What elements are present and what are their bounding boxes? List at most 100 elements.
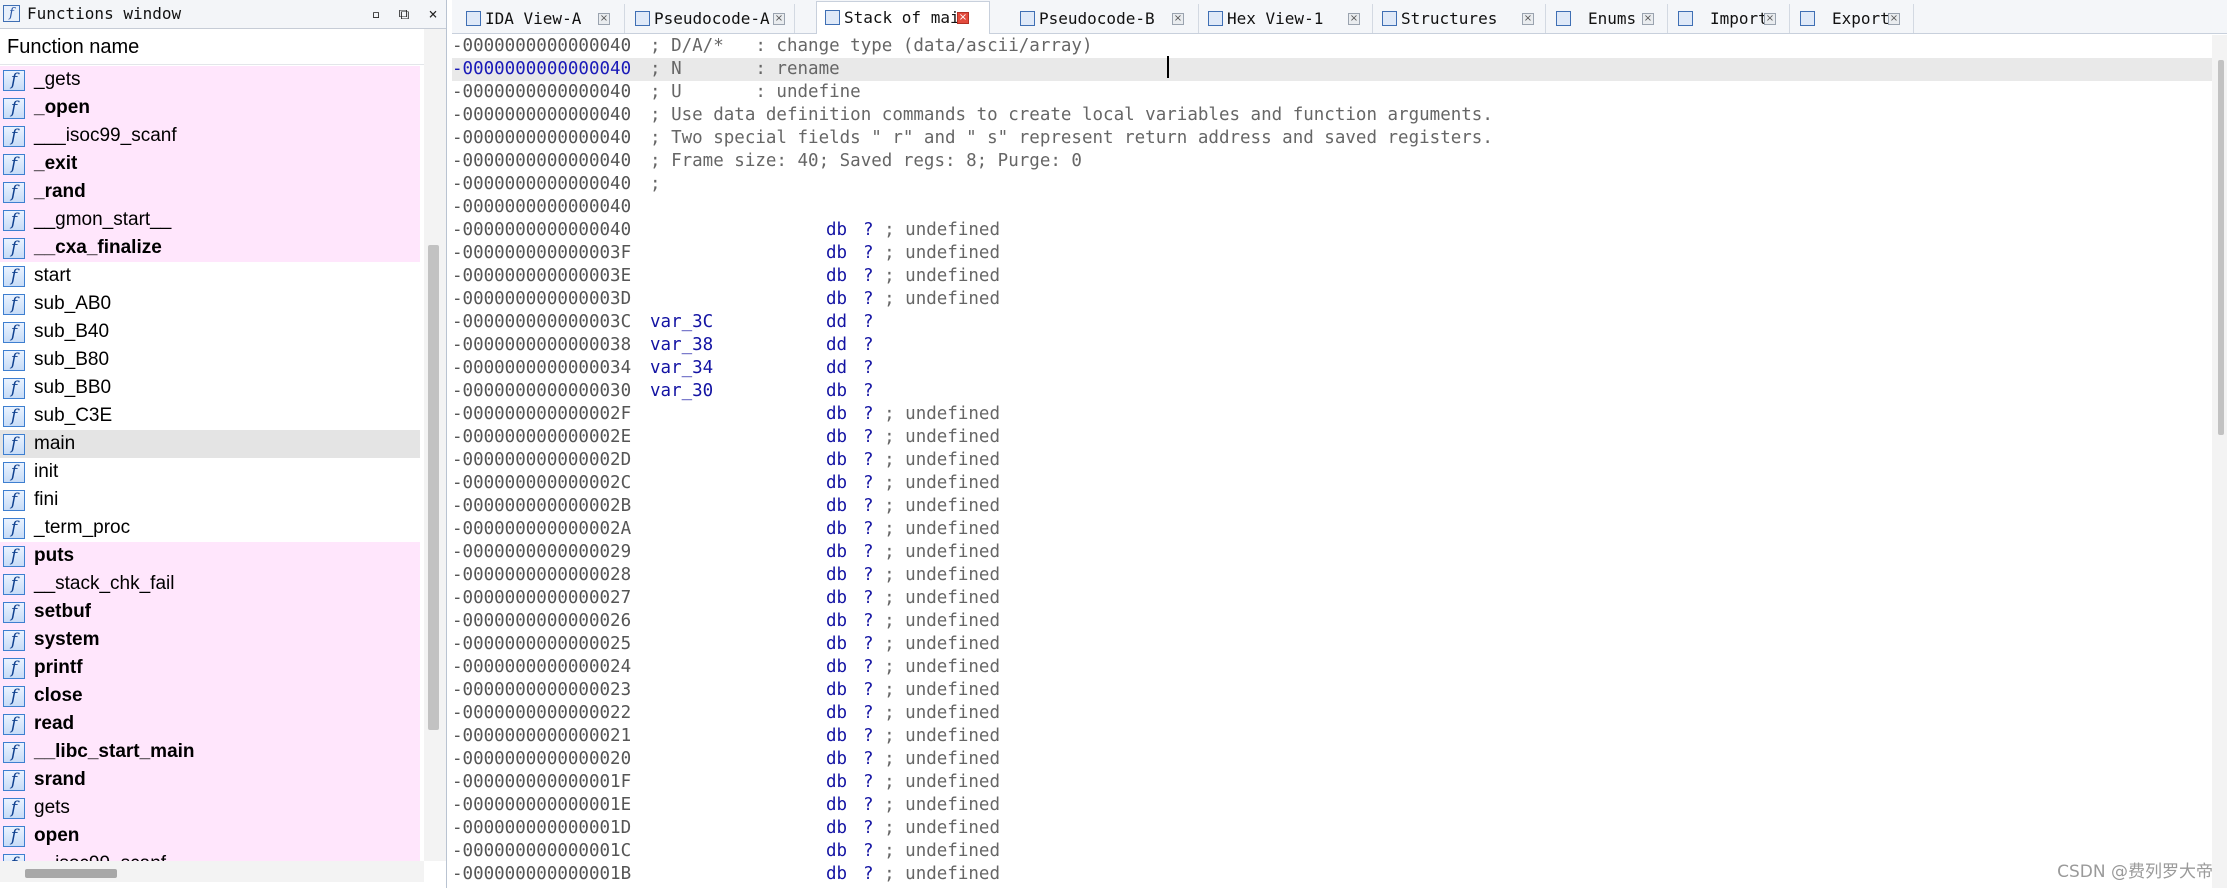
- function-list-hscroll-thumb[interactable]: [25, 869, 117, 878]
- stack-line[interactable]: -0000000000000027 db? ; undefined: [452, 587, 2212, 610]
- stack-line[interactable]: -0000000000000040 ; Use data definition c…: [452, 104, 2212, 127]
- stack-data-type: dd: [826, 335, 848, 355]
- stack-line[interactable]: -0000000000000021 db? ; undefined: [452, 725, 2212, 748]
- stack-line[interactable]: -0000000000000040 ; Frame size: 40; Saved…: [452, 150, 2212, 173]
- close-icon[interactable]: ×: [422, 0, 444, 28]
- stack-line[interactable]: -0000000000000020 db? ; undefined: [452, 748, 2212, 771]
- function-row[interactable]: f read: [0, 710, 420, 738]
- tab-ida-view-a[interactable]: IDA View-A ×: [458, 4, 625, 33]
- function-row[interactable]: f __stack_chk_fail: [0, 570, 420, 598]
- function-row[interactable]: f init: [0, 458, 420, 486]
- tab-close-icon[interactable]: ×: [1172, 13, 1184, 25]
- function-row[interactable]: f printf: [0, 654, 420, 682]
- stack-line[interactable]: -0000000000000040 ; D/A/* : change type (…: [452, 35, 2212, 58]
- stack-line[interactable]: -0000000000000022 db? ; undefined: [452, 702, 2212, 725]
- function-row[interactable]: f sub_AB0: [0, 290, 420, 318]
- function-row[interactable]: f puts: [0, 542, 420, 570]
- tab-enums[interactable]: Enums ×: [1548, 4, 1668, 33]
- tab-close-icon[interactable]: ×: [1522, 13, 1534, 25]
- stack-line[interactable]: -0000000000000040 db? ; undefined: [452, 219, 2212, 242]
- function-row[interactable]: f start: [0, 262, 420, 290]
- function-row[interactable]: f __cxa_finalize: [0, 234, 420, 262]
- function-name: system: [34, 629, 100, 650]
- stack-line[interactable]: -0000000000000029 db? ; undefined: [452, 541, 2212, 564]
- function-row[interactable]: f ___isoc99_scanf: [0, 122, 420, 150]
- stack-line[interactable]: -000000000000001B db? ; undefined: [452, 863, 2212, 886]
- tab-pseudocode-b[interactable]: Pseudocode-B ×: [1012, 4, 1199, 33]
- stack-line[interactable]: -0000000000000028 db? ; undefined: [452, 564, 2212, 587]
- tab-structures[interactable]: Structures ×: [1374, 4, 1546, 33]
- tab-exports[interactable]: Exports ×: [1792, 4, 1914, 33]
- tab-close-icon[interactable]: ×: [1348, 13, 1360, 25]
- stack-line[interactable]: -0000000000000024 db? ; undefined: [452, 656, 2212, 679]
- tab-close-icon[interactable]: ×: [773, 13, 785, 25]
- function-row[interactable]: f __libc_start_main: [0, 738, 420, 766]
- stack-variable-name[interactable]: var_38: [650, 334, 713, 357]
- function-row[interactable]: f system: [0, 626, 420, 654]
- function-row[interactable]: f srand: [0, 766, 420, 794]
- function-row[interactable]: f sub_B80: [0, 346, 420, 374]
- function-row[interactable]: f gets: [0, 794, 420, 822]
- stack-value: ?: [863, 381, 874, 401]
- function-row[interactable]: f _rand: [0, 178, 420, 206]
- stack-line[interactable]: -0000000000000034 var_34 dd?: [452, 357, 2212, 380]
- function-row[interactable]: f _open: [0, 94, 420, 122]
- function-row[interactable]: f sub_C3E: [0, 402, 420, 430]
- tab-pseudocode-a[interactable]: Pseudocode-A ×: [627, 4, 795, 33]
- stack-line[interactable]: -0000000000000023 db? ; undefined: [452, 679, 2212, 702]
- stack-view-scroll-thumb[interactable]: [2218, 60, 2224, 435]
- tab-close-icon[interactable]: ×: [1888, 13, 1900, 25]
- stack-variable-name[interactable]: var_30: [650, 380, 713, 403]
- tab-hex-view-1[interactable]: Hex View-1 ×: [1200, 4, 1373, 33]
- stack-of-main-view[interactable]: -0000000000000040 ; D/A/* : change type (…: [452, 35, 2212, 888]
- function-row[interactable]: f __gmon_start__: [0, 206, 420, 234]
- function-row[interactable]: f __isoc99_scanf: [0, 850, 420, 861]
- stack-line[interactable]: -000000000000001E db? ; undefined: [452, 794, 2212, 817]
- stack-line[interactable]: -000000000000002A db? ; undefined: [452, 518, 2212, 541]
- stack-line[interactable]: -000000000000001F db? ; undefined: [452, 771, 2212, 794]
- tab-close-icon[interactable]: ×: [598, 13, 610, 25]
- stack-line[interactable]: -000000000000002E db? ; undefined: [452, 426, 2212, 449]
- stack-line[interactable]: -0000000000000040 ; U : undefine: [452, 81, 2212, 104]
- function-row[interactable]: f close: [0, 682, 420, 710]
- stack-line[interactable]: -0000000000000026 db? ; undefined: [452, 610, 2212, 633]
- stack-variable-name[interactable]: var_3C: [650, 311, 713, 334]
- stack-line[interactable]: -0000000000000040: [452, 196, 2212, 219]
- stack-line[interactable]: -000000000000002B db? ; undefined: [452, 495, 2212, 518]
- restore-icon[interactable]: ▫: [365, 0, 387, 28]
- stack-line[interactable]: -000000000000001D db? ; undefined: [452, 817, 2212, 840]
- functions-window-titlebar[interactable]: f Functions window ▫ ⧉ ×: [0, 0, 446, 29]
- stack-line[interactable]: -0000000000000040 ; Two special fields " …: [452, 127, 2212, 150]
- function-row[interactable]: f _exit: [0, 150, 420, 178]
- column-header-function-name[interactable]: Function name: [0, 29, 424, 65]
- function-row[interactable]: f fini: [0, 486, 420, 514]
- stack-line[interactable]: -0000000000000025 db? ; undefined: [452, 633, 2212, 656]
- tab-close-icon[interactable]: ×: [1764, 13, 1776, 25]
- function-row[interactable]: f _gets: [0, 66, 420, 94]
- stack-line[interactable]: -0000000000000040 ; N : rename: [452, 58, 2212, 81]
- function-row[interactable]: f setbuf: [0, 598, 420, 626]
- function-row[interactable]: f sub_B40: [0, 318, 420, 346]
- float-icon[interactable]: ⧉: [393, 0, 415, 28]
- function-list-scroll-thumb[interactable]: [428, 245, 439, 730]
- stack-line[interactable]: -000000000000002F db? ; undefined: [452, 403, 2212, 426]
- stack-variable-name[interactable]: var_34: [650, 357, 713, 380]
- function-row[interactable]: f sub_BB0: [0, 374, 420, 402]
- stack-line[interactable]: -000000000000003E db? ; undefined: [452, 265, 2212, 288]
- stack-line[interactable]: -000000000000003C var_3C dd?: [452, 311, 2212, 334]
- stack-line[interactable]: -000000000000001C db? ; undefined: [452, 840, 2212, 863]
- stack-line[interactable]: -000000000000003F db? ; undefined: [452, 242, 2212, 265]
- stack-line[interactable]: -0000000000000040;: [452, 173, 2212, 196]
- stack-line[interactable]: -000000000000002C db? ; undefined: [452, 472, 2212, 495]
- function-row[interactable]: f open: [0, 822, 420, 850]
- stack-line[interactable]: -000000000000003D db? ; undefined: [452, 288, 2212, 311]
- tab-imports[interactable]: Imports ×: [1670, 4, 1790, 33]
- stack-line[interactable]: -0000000000000030 var_30 db?: [452, 380, 2212, 403]
- function-row[interactable]: f _term_proc: [0, 514, 420, 542]
- function-row[interactable]: f main: [0, 430, 420, 458]
- tab-stack-of-main[interactable]: Stack of main ×: [816, 1, 990, 34]
- stack-line[interactable]: -000000000000002D db? ; undefined: [452, 449, 2212, 472]
- stack-line[interactable]: -0000000000000038 var_38 dd?: [452, 334, 2212, 357]
- tab-close-icon[interactable]: ×: [957, 12, 969, 24]
- tab-close-icon[interactable]: ×: [1642, 13, 1654, 25]
